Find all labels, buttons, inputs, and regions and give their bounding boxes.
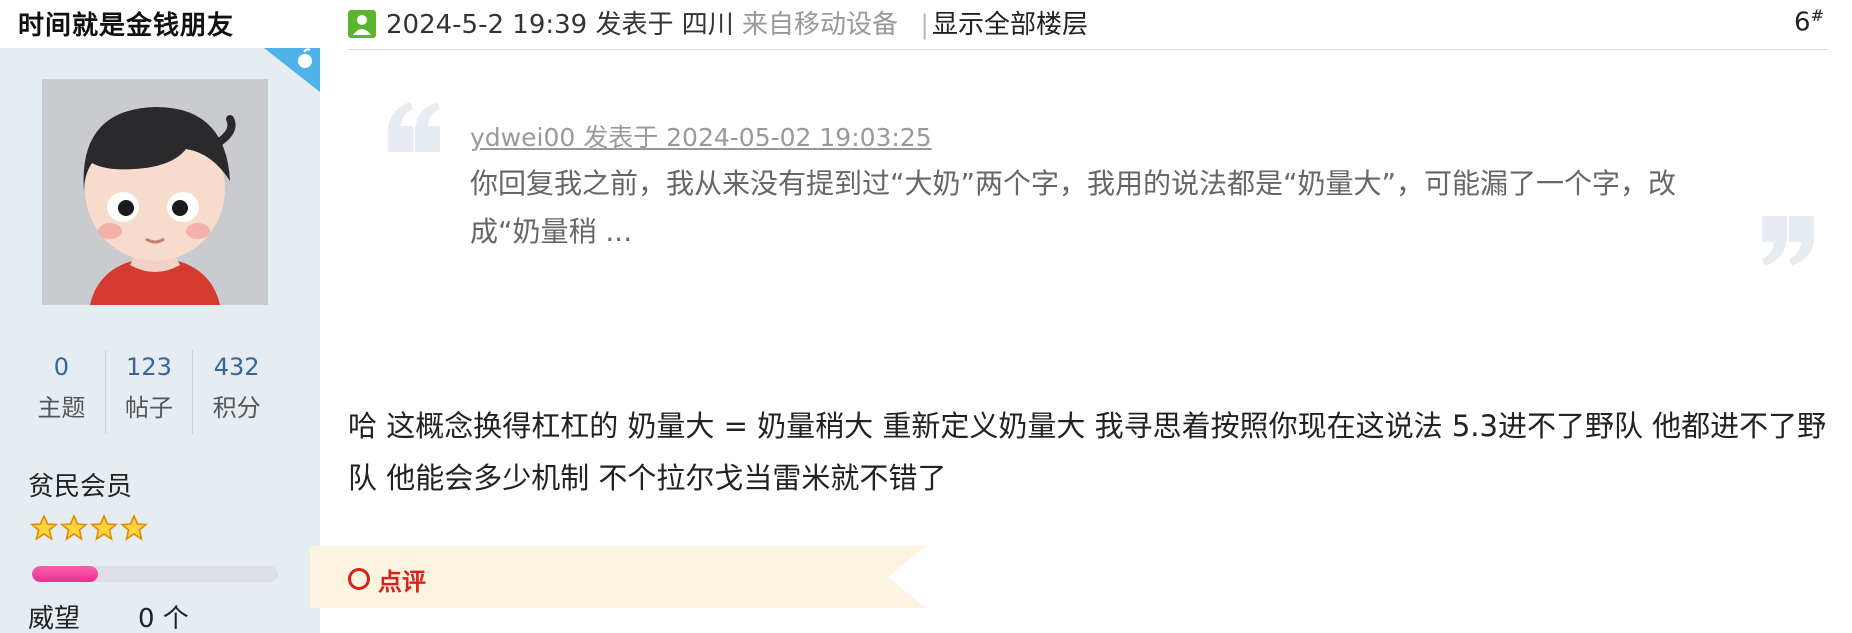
post-meta: 2024-5-2 19:39 发表于 四川 来自移动设备 | <box>386 4 943 41</box>
device-source: 来自移动设备 <box>742 10 899 40</box>
stat-topics[interactable]: 0 主题 <box>18 350 106 434</box>
stat-credits[interactable]: 432 积分 <box>193 350 280 434</box>
user-stats: 0 主题 123 帖子 432 积分 <box>18 350 280 434</box>
prestige-label: 威望 <box>28 604 81 633</box>
comment-circle-icon <box>348 568 370 590</box>
username-link[interactable]: 时间就是金钱朋友 <box>18 5 234 42</box>
mobile-device-badge-icon <box>264 48 320 92</box>
stat-topics-value[interactable]: 0 <box>18 346 105 388</box>
stat-topics-label: 主题 <box>37 394 86 422</box>
show-all-floors-link[interactable]: 显示全部楼层 <box>932 4 1088 41</box>
floor-number: 6 <box>1794 7 1811 38</box>
stat-posts-value[interactable]: 123 <box>106 346 193 388</box>
post-header: 2024-5-2 19:39 发表于 四川 来自移动设备 | 显示全部楼层 6# <box>348 0 1828 50</box>
star-icon <box>30 514 58 541</box>
username-bar: 时间就是金钱朋友 <box>0 0 320 48</box>
stat-credits-value[interactable]: 432 <box>193 346 280 388</box>
quote-close-icon <box>1762 216 1814 266</box>
user-panel: 时间就是金钱朋友 0 主题 123 帖子 432 积分 贫民会员 威望 0 个 <box>0 0 320 633</box>
post-date: 2024-5-2 19:39 <box>386 10 588 40</box>
user-avatar[interactable] <box>42 79 268 305</box>
post-body-text: 哈 这概念换得杠杠的 奶量大 = 奶量稍大 重新定义奶量大 我寻思着按照你现在这… <box>348 409 1827 495</box>
star-icon <box>90 514 118 541</box>
online-status-icon <box>348 10 376 38</box>
quote-open-icon <box>388 102 440 152</box>
avatar-image <box>42 79 268 305</box>
quote-author-link[interactable]: ydwei00 发表于 2024-05-02 19:03:25 <box>470 118 932 154</box>
posted-in-location: 发表于 四川 <box>595 10 734 40</box>
star-icon <box>120 514 148 541</box>
stat-credits-label: 积分 <box>212 394 261 422</box>
floor-symbol: # <box>1810 6 1824 25</box>
star-icon <box>60 514 88 541</box>
member-stars <box>30 514 148 542</box>
floor-number-link[interactable]: 6# <box>1794 6 1824 38</box>
stat-posts-label: 帖子 <box>125 394 173 422</box>
comment-button[interactable]: 点评 <box>378 562 426 597</box>
meta-separator: | <box>920 10 930 40</box>
quote-text: 你回复我之前，我从来没有提到过“大奶”两个字，我用的说法都是“奶量大”，可能漏了… <box>470 167 1677 248</box>
level-progress-bar <box>32 566 278 582</box>
level-progress-fill <box>32 566 99 582</box>
prestige-value: 0 个 <box>138 604 189 633</box>
member-level[interactable]: 贫民会员 <box>28 466 132 503</box>
stat-posts[interactable]: 123 帖子 <box>106 350 194 434</box>
